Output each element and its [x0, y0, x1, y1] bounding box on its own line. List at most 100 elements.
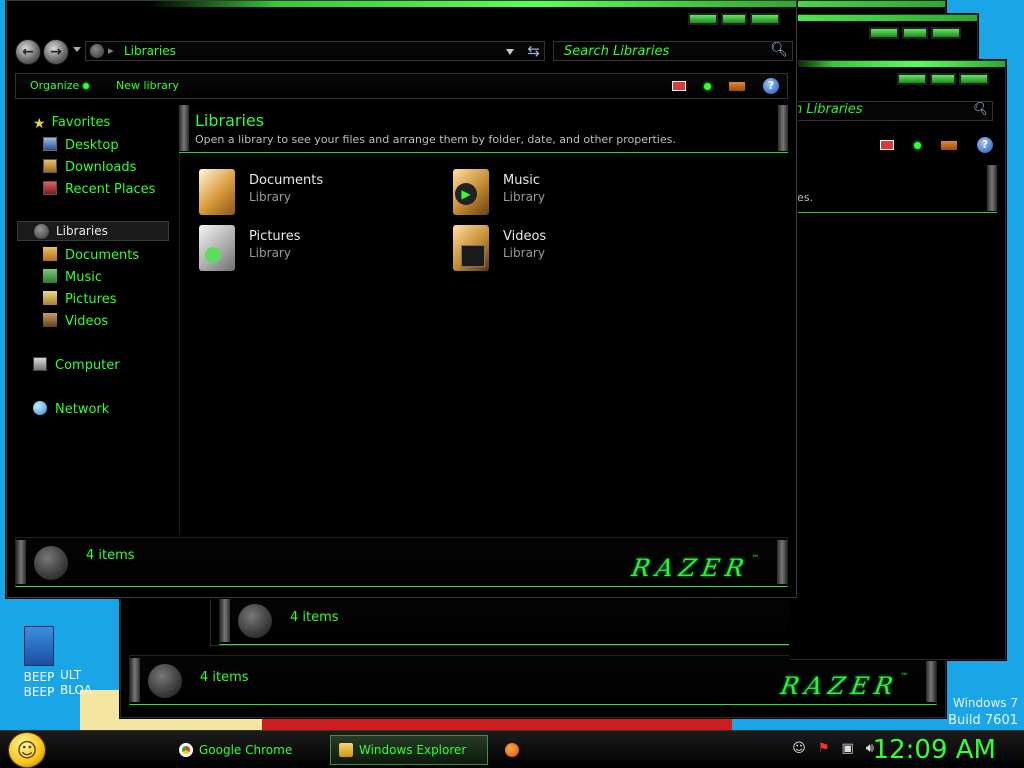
library-item-documents[interactable]: Documents Library — [179, 169, 409, 217]
clock[interactable]: 12:09 AM — [873, 735, 996, 765]
desktop-icon-ultrabloat[interactable]: ULT BLOA — [60, 668, 120, 698]
forward-button[interactable]: → — [43, 39, 69, 65]
library-item-pictures[interactable]: Pictures Library — [179, 225, 409, 273]
more-options-icon[interactable] — [704, 82, 711, 90]
dropdown-indicator-icon — [83, 83, 90, 89]
nav-pictures[interactable]: Pictures — [43, 291, 116, 307]
close-button[interactable] — [750, 13, 780, 25]
os-build: Build 7601 — [948, 713, 1018, 728]
music-library-icon — [453, 169, 489, 215]
system-tray: ☺ ⚑ ▣ 🔊︎ — [792, 741, 874, 756]
nav-downloads[interactable]: Downloads — [43, 159, 136, 175]
help-icon[interactable]: ? — [763, 78, 779, 94]
navigation-row: ← → ▸ Libraries ⇆ Search Libraries 🔍︎ — [15, 39, 793, 65]
preview-pane-icon[interactable] — [729, 81, 745, 91]
search-icon: 🔍︎ — [971, 102, 988, 117]
taskbar: ☺ Google Chrome Windows Explorer ☺ ⚑ ▣ 🔊… — [0, 730, 1024, 768]
window-glow — [147, 1, 796, 7]
item-count: 4 items — [290, 610, 339, 625]
file-icon — [24, 626, 54, 666]
desktop-icon-label: BLOA — [60, 683, 92, 697]
library-ball-icon — [34, 546, 68, 580]
search-placeholder: Search Libraries — [564, 44, 670, 59]
minimize-button[interactable] — [688, 13, 718, 25]
documents-library-icon — [43, 247, 57, 261]
change-view-icon[interactable] — [672, 81, 686, 91]
pictures-library-icon — [43, 291, 57, 305]
action-center-flag-icon[interactable]: ⚑ — [818, 741, 830, 756]
address-bar[interactable]: ▸ Libraries ⇆ — [85, 41, 545, 61]
item-count: 4 items — [86, 548, 135, 563]
breadcrumb-separator-icon[interactable]: ▸ — [108, 44, 114, 57]
refresh-icon[interactable]: ⇆ — [527, 42, 540, 60]
explorer-window[interactable]: ← → ▸ Libraries ⇆ Search Libraries 🔍︎ Or… — [6, 0, 797, 598]
music-library-icon — [43, 269, 57, 283]
library-item-music[interactable]: Music Library — [433, 169, 663, 217]
nav-libraries[interactable]: Libraries — [17, 221, 169, 241]
razer-logo: RAZER™ — [629, 554, 760, 582]
nav-computer[interactable]: Computer — [33, 357, 120, 373]
videos-library-icon — [453, 225, 489, 271]
search-input[interactable]: Search Libraries 🔍︎ — [553, 41, 793, 61]
taskbar-chrome[interactable]: Google Chrome — [170, 735, 320, 765]
nav-desktop[interactable]: Desktop — [43, 137, 119, 153]
nav-videos[interactable]: Videos — [43, 313, 108, 329]
search-input[interactable]: h Libraries 🔍︎ — [789, 101, 993, 121]
back-button[interactable]: ← — [15, 39, 41, 65]
library-ball-icon — [148, 664, 182, 698]
window-controls[interactable] — [869, 27, 961, 39]
view-options-icon[interactable] — [914, 141, 921, 149]
status-bar: 4 items RAZER™ — [129, 655, 937, 705]
nav-documents[interactable]: Documents — [43, 247, 139, 263]
view-icon[interactable] — [880, 140, 894, 150]
computer-icon — [33, 357, 47, 371]
star-icon: ★ — [33, 116, 46, 132]
preview-pane-icon[interactable] — [941, 140, 957, 150]
desktop-icon-label: ULT — [60, 668, 82, 682]
command-bar: Organize New library ? — [15, 73, 788, 99]
help-icon[interactable]: ? — [977, 137, 993, 153]
library-item-videos[interactable]: Videos Library — [433, 225, 663, 273]
address-dropdown-icon[interactable] — [506, 49, 514, 55]
content-pane: Libraries Open a library to see your fil… — [179, 105, 788, 535]
organize-button[interactable]: Organize — [30, 79, 90, 92]
network-tray-icon[interactable]: ▣ — [842, 741, 854, 756]
nav-music[interactable]: Music — [43, 269, 102, 285]
start-button[interactable]: ☺ — [8, 732, 46, 768]
taskbar-windows-explorer[interactable]: Windows Explorer — [330, 735, 488, 765]
libraries-icon — [34, 224, 49, 239]
page-title: Libraries — [195, 111, 265, 130]
tray-status-icon[interactable]: ☺ — [792, 741, 806, 756]
razer-logo: RAZER™ — [778, 672, 909, 700]
window-glow — [790, 61, 1005, 67]
nav-favorites[interactable]: ★ Favorites — [33, 115, 110, 132]
window-controls[interactable] — [688, 13, 780, 25]
libraries-icon — [90, 44, 104, 58]
nav-recent-places[interactable]: Recent Places — [43, 181, 155, 197]
search-icon[interactable]: 🔍︎ — [770, 42, 788, 58]
new-library-button[interactable]: New library — [116, 79, 179, 92]
pictures-library-icon — [199, 225, 235, 271]
nav-network[interactable]: Network — [33, 401, 109, 417]
library-ball-icon — [238, 604, 272, 638]
os-name: Windows 7 — [952, 696, 1018, 710]
taskbar-firefox[interactable] — [494, 735, 530, 765]
window-controls[interactable] — [897, 73, 989, 85]
recent-places-icon — [43, 181, 57, 195]
library-header: ies. — [790, 165, 997, 213]
windows-version-watermark: Windows 7 Build 7601 — [948, 694, 1018, 730]
desktop-icon — [43, 137, 57, 151]
library-header: Libraries Open a library to see your fil… — [179, 105, 788, 153]
toolbar-icons: ? — [880, 137, 993, 153]
item-count: 4 items — [200, 670, 249, 685]
folder-icon — [339, 743, 353, 757]
navigation-pane: ★ Favorites Desktop Downloads Recent Plac… — [15, 105, 180, 535]
status-bar: 4 items RAZER™ — [15, 537, 788, 587]
breadcrumb[interactable]: Libraries — [124, 44, 176, 58]
recent-pages-dropdown-icon[interactable] — [73, 47, 81, 52]
chrome-icon — [179, 743, 193, 757]
downloads-icon — [43, 159, 57, 173]
background-explorer-window[interactable]: h Libraries 🔍︎ ? ies. — [789, 60, 1006, 660]
documents-library-icon — [199, 169, 235, 215]
maximize-button[interactable] — [721, 13, 747, 25]
